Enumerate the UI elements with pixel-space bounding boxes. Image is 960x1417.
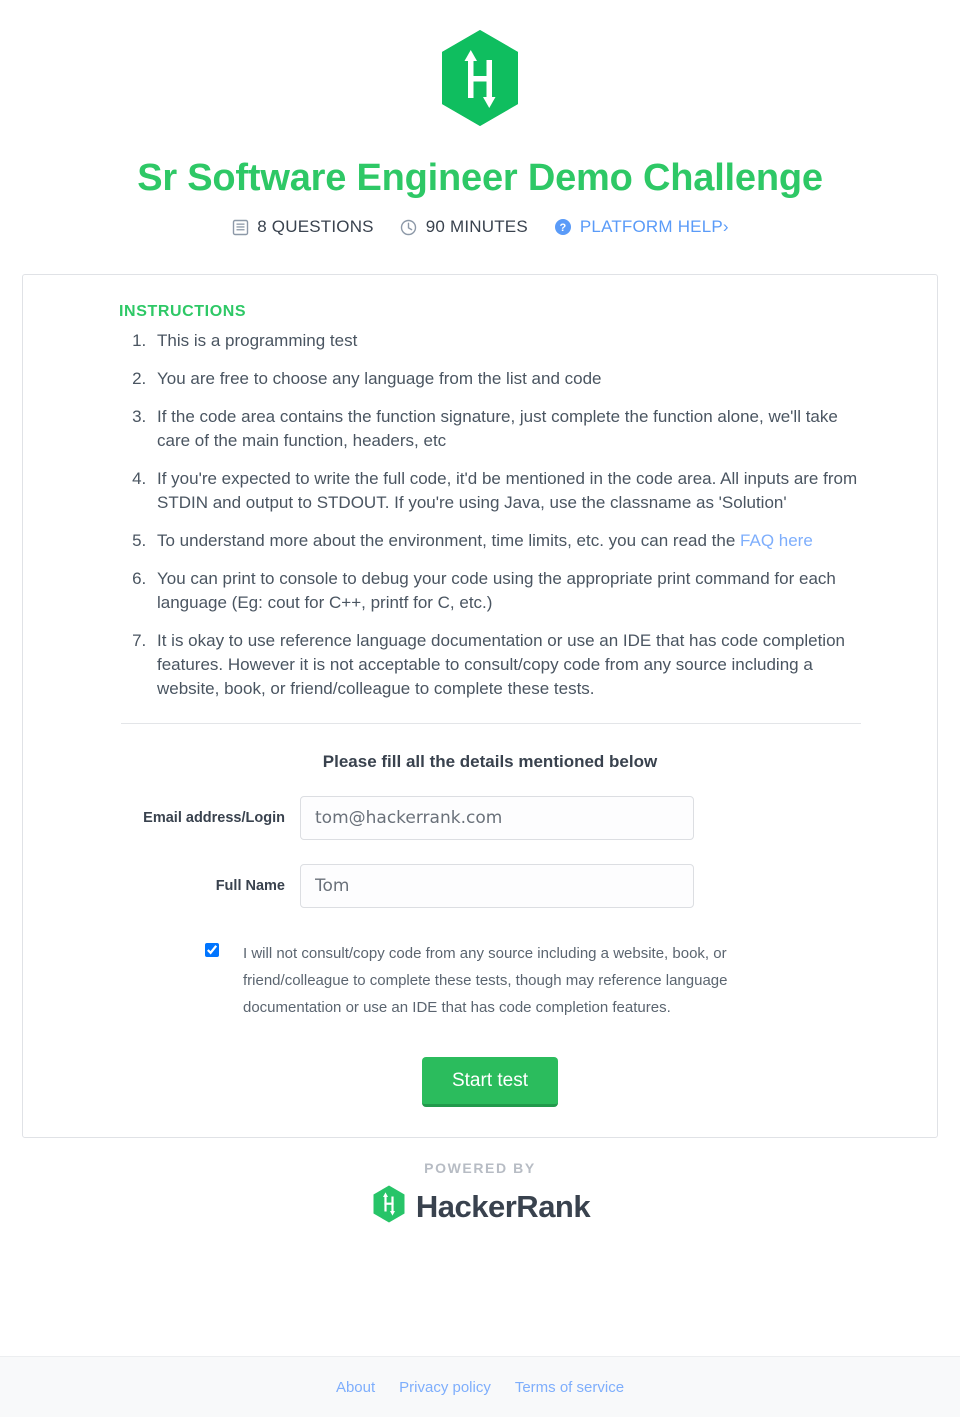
instruction-text: If the code area contains the function s… (157, 407, 838, 450)
duration-label: 90 MINUTES (425, 217, 528, 236)
consent-text: I will not consult/copy code from any so… (243, 945, 728, 1016)
powered-by-label: POWERED BY (424, 1160, 536, 1176)
instructions-heading: INSTRUCTIONS (119, 303, 247, 320)
hackerrank-wordmark: HackerRank (415, 1188, 591, 1224)
platform-help-label: PLATFORM HELP› (579, 217, 729, 236)
instruction-text: You are free to choose any language from… (157, 369, 602, 388)
form-heading: Please fill all the details mentioned be… (322, 752, 658, 771)
instruction-text: If you're expected to write the full cod… (157, 469, 858, 512)
section-divider (121, 723, 861, 724)
questions-count: 8 QUESTIONS (231, 217, 374, 237)
footer-link-terms-of-service[interactable]: Terms of service (515, 1379, 624, 1396)
consent-checkbox[interactable] (205, 943, 219, 957)
faq-link[interactable]: FAQ here (740, 531, 813, 550)
footer-link-privacy-policy[interactable]: Privacy policy (399, 1379, 491, 1396)
list-item: It is okay to use reference language doc… (151, 629, 865, 701)
instruction-text: To understand more about the environment… (157, 531, 741, 550)
list-item: To understand more about the environment… (151, 529, 865, 553)
duration: 90 MINUTES (400, 217, 528, 237)
footer-link-about[interactable]: About (336, 1379, 375, 1396)
fullname-field-label: Full Name (215, 878, 285, 894)
list-item: This is a programming test (151, 329, 865, 353)
submit-row: Start test (23, 1057, 937, 1107)
powered-by-section: POWERED BY HackerRank (0, 1160, 960, 1229)
hackerrank-hexagon-logo-icon (370, 1184, 408, 1229)
site-footer: About Privacy policy Terms of service (0, 1356, 960, 1417)
test-meta-row: 8 QUESTIONS 90 MINUTES ? PLATFORM HELP› (0, 217, 960, 237)
svg-text:?: ? (559, 222, 566, 234)
instruction-text: It is okay to use reference language doc… (157, 631, 845, 698)
hackerrank-hexagon-logo-icon (0, 26, 960, 135)
platform-help-link[interactable]: ? PLATFORM HELP› (554, 217, 729, 237)
test-info-card: INSTRUCTIONS This is a programming test … (22, 274, 938, 1138)
email-field-row: Email address/Login (23, 796, 937, 840)
start-test-button[interactable]: Start test (421, 1057, 559, 1107)
fullname-input[interactable] (300, 864, 694, 908)
list-item: If you're expected to write the full cod… (151, 467, 865, 515)
questions-count-label: 8 QUESTIONS (257, 217, 374, 236)
instructions-list: This is a programming test You are free … (23, 329, 937, 701)
list-item: You are free to choose any language from… (151, 367, 865, 391)
document-list-icon (231, 218, 249, 236)
page-title: Sr Software Engineer Demo Challenge (137, 157, 823, 199)
instruction-text: This is a programming test (157, 331, 358, 350)
question-mark-circle-icon: ? (554, 218, 572, 236)
clock-icon (400, 218, 418, 236)
brand-row: HackerRank (0, 1184, 960, 1229)
instruction-text: You can print to console to debug your c… (157, 569, 836, 612)
list-item: If the code area contains the function s… (151, 405, 865, 453)
fullname-field-row: Full Name (23, 864, 937, 908)
consent-row: I will not consult/copy code from any so… (205, 940, 792, 1021)
list-item: You can print to console to debug your c… (151, 567, 865, 615)
page-header: Sr Software Engineer Demo Challenge 8 QU… (0, 0, 960, 237)
email-field-label: Email address/Login (143, 810, 285, 826)
email-input[interactable] (300, 796, 694, 840)
